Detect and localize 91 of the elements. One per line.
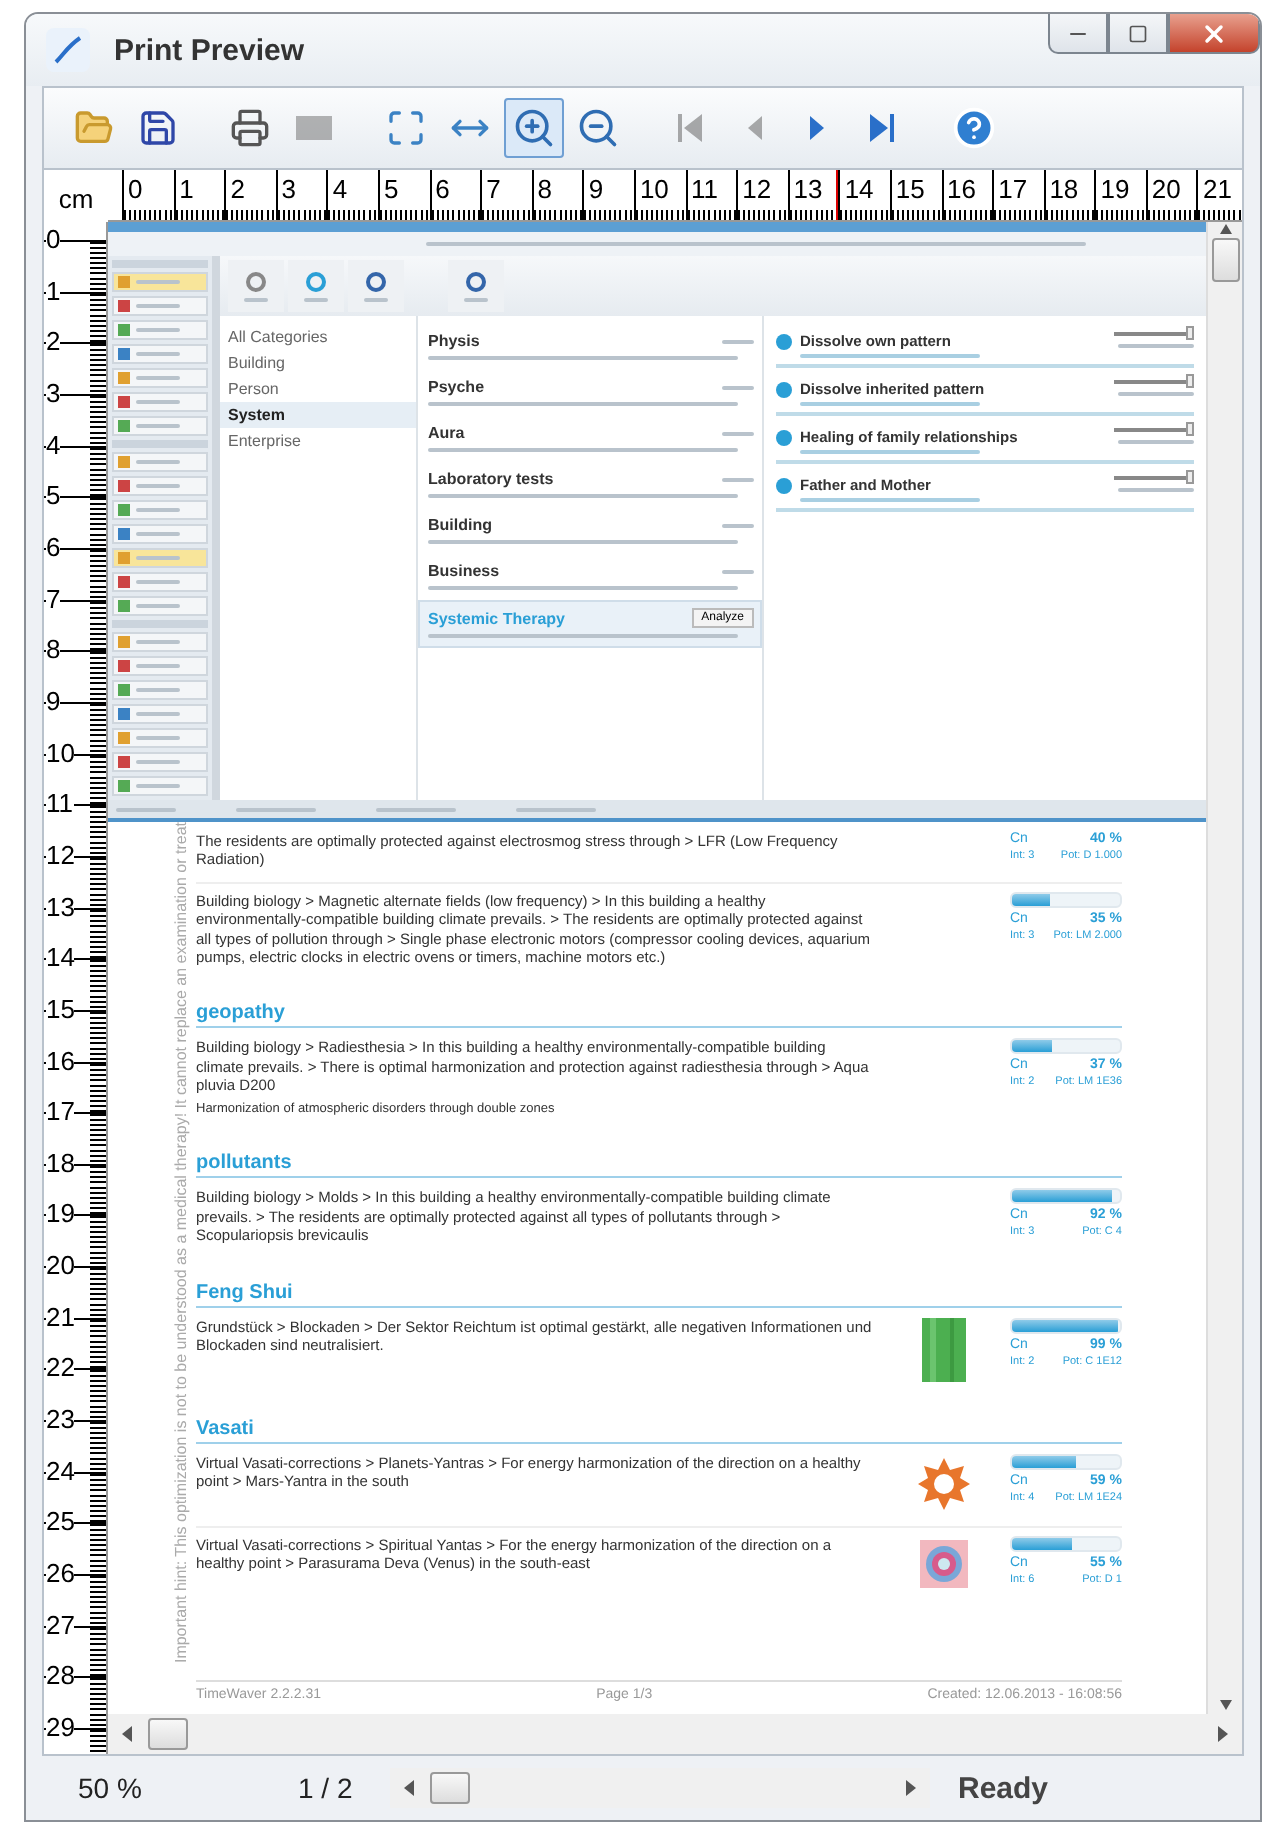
ruler-number: 12 — [742, 174, 772, 204]
progress-bar — [1010, 1038, 1122, 1055]
print-icon — [230, 108, 270, 148]
progress-bar — [1010, 1188, 1122, 1205]
progress-bar — [1010, 1317, 1122, 1333]
yantra-square-drawing — [915, 1535, 971, 1591]
scroll-right-arrow-icon[interactable] — [902, 1780, 918, 1796]
zoom-level: 50 % — [78, 1772, 144, 1804]
ruler-number: 13 — [793, 174, 823, 204]
scroll-left-arrow-icon[interactable] — [402, 1780, 418, 1796]
pattern-dot-icon — [776, 430, 792, 446]
folder-icon — [74, 108, 114, 148]
previous-page-icon — [744, 112, 764, 144]
ruler-number: 16 — [947, 174, 976, 204]
maximize-button[interactable] — [1108, 14, 1168, 54]
app-toolbar-icon — [348, 260, 404, 312]
help-icon — [952, 106, 996, 150]
category-item[interactable]: Person — [220, 376, 416, 402]
scroll-left-arrow-icon[interactable] — [120, 1726, 136, 1742]
pattern-dot-icon — [776, 478, 792, 494]
section-title: pollutants — [196, 1152, 1122, 1179]
ruler-number: 0 — [128, 174, 143, 204]
status-text: Ready — [958, 1771, 1049, 1805]
scroll-right-arrow-icon[interactable] — [1214, 1726, 1230, 1742]
ruler-number: 15 — [895, 174, 925, 204]
app-toolbar-icon — [228, 260, 284, 312]
page-icon — [294, 114, 334, 142]
theme-item[interactable]: Physis — [418, 324, 762, 370]
zoom-out-icon — [576, 106, 620, 150]
page-scrollbar[interactable] — [390, 1768, 930, 1808]
theme-item[interactable]: Aura — [418, 416, 762, 462]
hint-text: Important hint: This optimization is not to be understood as a medical therapy! It cannot replace an examination or treat — [172, 822, 192, 1664]
pattern-dot-icon — [776, 382, 792, 398]
ruler-number: 9 — [588, 174, 604, 204]
ruler-number: 16 — [46, 1045, 75, 1077]
ruler-number: 2 — [230, 174, 245, 204]
progress-bar — [1010, 1535, 1122, 1551]
ruler-number: 6 — [435, 174, 450, 204]
ruler-number: 19 — [1100, 174, 1130, 204]
ruler-number: 17 — [998, 174, 1028, 204]
ruler-number: 4 — [332, 174, 348, 204]
app-icon — [46, 28, 90, 72]
save-icon — [138, 108, 178, 148]
close-icon — [1200, 19, 1228, 47]
ruler-number: 21 — [1202, 174, 1232, 204]
zoom-in-icon — [512, 106, 556, 150]
yantra-star-drawing — [913, 1453, 973, 1513]
scroll-down-arrow-icon[interactable] — [1217, 1698, 1233, 1714]
ruler-number: 1 — [179, 174, 194, 204]
vertical-scrollbar[interactable] — [1206, 222, 1242, 1714]
fit-page-icon — [386, 108, 426, 148]
close-button[interactable] — [1168, 14, 1260, 54]
window-title: Print Preview — [114, 33, 307, 67]
section-title: Feng Shui — [196, 1281, 1122, 1307]
theme-item[interactable]: Psyche — [418, 370, 762, 416]
ruler-number: 3 — [281, 174, 297, 204]
pattern-dot-icon — [776, 334, 792, 350]
theme-item[interactable]: Laboratory tests — [418, 462, 762, 508]
category-item[interactable]: System — [220, 402, 416, 428]
horizontal-scrollbar[interactable] — [108, 1714, 1242, 1754]
scroll-thumb[interactable] — [430, 1772, 470, 1804]
ruler-number: 5 — [383, 174, 399, 204]
ruler-number: 7 — [486, 174, 501, 204]
theme-item[interactable]: Business — [418, 554, 762, 600]
minimize-button[interactable] — [1048, 14, 1108, 54]
category-item[interactable]: Building — [220, 350, 416, 376]
progress-bar — [1010, 891, 1122, 908]
section-title: geopathy — [196, 1002, 1122, 1029]
last-page-icon — [868, 112, 896, 144]
maximize-icon — [1128, 23, 1148, 43]
ruler-number: 8 — [537, 174, 552, 204]
next-page-icon — [808, 112, 828, 144]
ruler-number: 20 — [1151, 174, 1181, 204]
app-toolbar-icon — [448, 260, 504, 312]
category-item[interactable]: Enterprise — [220, 428, 416, 454]
tile-picture — [921, 1317, 965, 1381]
theme-item[interactable]: Building — [418, 508, 762, 554]
ruler-number: 11 — [691, 174, 719, 204]
scroll-thumb[interactable] — [1211, 238, 1239, 282]
first-page-icon — [676, 112, 704, 144]
app-toolbar-icon — [288, 260, 344, 312]
category-item[interactable]: All Categories — [220, 324, 416, 350]
scroll-up-arrow-icon[interactable] — [1217, 222, 1233, 238]
progress-bar — [1010, 1453, 1122, 1469]
ruler-number: 18 — [1049, 174, 1079, 204]
scroll-thumb[interactable] — [148, 1718, 188, 1750]
ruler-number: 10 — [639, 174, 669, 204]
section-title: Vasati — [196, 1417, 1122, 1443]
ruler-number: 14 — [844, 174, 874, 204]
toolbar-button[interactable] — [504, 98, 564, 158]
page-counter: 1 / 2 — [298, 1772, 355, 1804]
